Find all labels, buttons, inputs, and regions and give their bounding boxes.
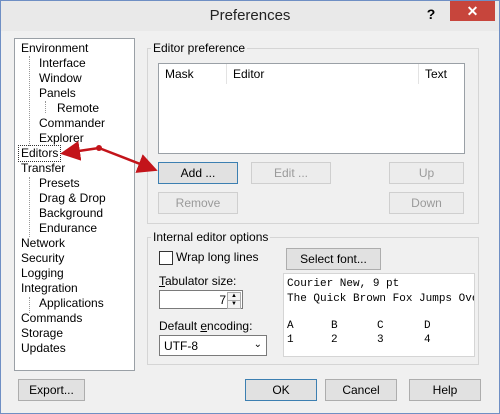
arrow-to-add [98, 146, 158, 173]
arrow-to-editors [60, 140, 100, 161]
preferences-window: Preferences ? ✕ Environment Interface Wi… [0, 0, 500, 414]
arrow-origin [96, 145, 102, 151]
annotation-arrow [60, 140, 158, 173]
